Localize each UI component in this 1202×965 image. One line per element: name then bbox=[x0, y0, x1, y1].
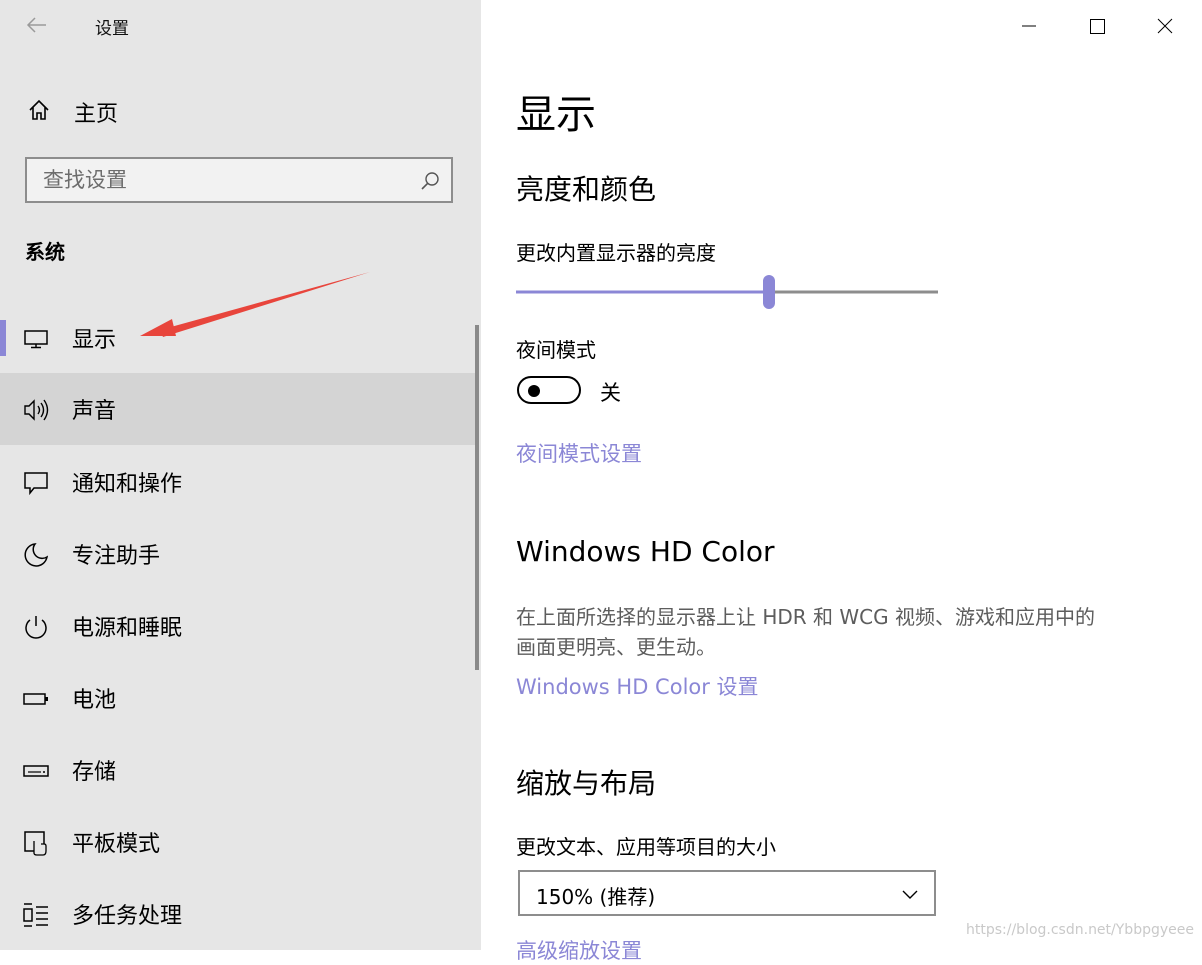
sidebar-item-storage[interactable]: 存储 bbox=[0, 734, 476, 806]
storage-icon bbox=[23, 765, 49, 777]
hd-color-description-line: 画面更明亮、更生动。 bbox=[516, 635, 716, 659]
battery-icon bbox=[23, 693, 48, 705]
search-input[interactable] bbox=[27, 159, 433, 201]
chevron-down-icon bbox=[902, 890, 918, 899]
close-button[interactable] bbox=[1142, 10, 1188, 42]
sidebar-item-focus-assist[interactable]: 专注助手 bbox=[0, 518, 476, 590]
home-icon bbox=[29, 99, 49, 120]
sidebar-item-multitasking[interactable]: 多任务处理 bbox=[0, 878, 476, 950]
minimize-button[interactable] bbox=[1006, 10, 1052, 42]
scale-heading: 缩放与布局 bbox=[516, 767, 657, 800]
scale-dropdown[interactable]: 150% (推荐) bbox=[518, 870, 936, 916]
sidebar-item-label: 电池 bbox=[72, 688, 117, 713]
speaker-icon bbox=[24, 399, 49, 421]
hd-color-heading: Windows HD Color bbox=[516, 535, 775, 568]
sidebar-item-label: 通知和操作 bbox=[72, 472, 183, 497]
sidebar-item-label: 专注助手 bbox=[72, 544, 161, 569]
back-arrow-icon bbox=[26, 17, 46, 33]
search-box[interactable] bbox=[25, 157, 453, 203]
minimize-icon bbox=[1022, 25, 1036, 27]
night-light-label: 夜间模式 bbox=[516, 338, 596, 362]
toggle-knob bbox=[528, 385, 540, 397]
page-title: 显示 bbox=[516, 92, 596, 138]
multitasking-icon bbox=[23, 903, 48, 927]
maximize-button[interactable] bbox=[1074, 10, 1120, 42]
close-icon bbox=[1157, 18, 1173, 34]
hd-color-settings-link[interactable]: Windows HD Color 设置 bbox=[516, 671, 759, 701]
sidebar-item-notifications[interactable]: 通知和操作 bbox=[0, 446, 476, 518]
maximize-icon bbox=[1090, 19, 1105, 34]
back-button[interactable] bbox=[24, 12, 50, 38]
monitor-icon bbox=[24, 330, 48, 349]
power-icon bbox=[25, 616, 47, 639]
sidebar-item-battery[interactable]: 电池 bbox=[0, 662, 476, 734]
sidebar-item-label: 平板模式 bbox=[72, 832, 161, 857]
tablet-mode-icon bbox=[24, 831, 47, 856]
sidebar-item-label: 声音 bbox=[72, 399, 117, 424]
hd-color-description-line: 在上面所选择的显示器上让 HDR 和 WCG 视频、游戏和应用中的 bbox=[516, 605, 1096, 629]
sidebar-item-power-sleep[interactable]: 电源和睡眠 bbox=[0, 590, 476, 662]
window-title: 设置 bbox=[95, 19, 129, 39]
sidebar-item-label: 电源和睡眠 bbox=[72, 616, 183, 641]
sidebar-item-label: 显示 bbox=[72, 328, 117, 353]
nav-item-home[interactable]: 主页 bbox=[0, 88, 481, 132]
section-label: 系统 bbox=[25, 240, 65, 264]
search-icon[interactable] bbox=[419, 170, 441, 192]
brightness-slider[interactable] bbox=[516, 274, 938, 310]
moon-icon bbox=[24, 543, 49, 567]
scale-dropdown-value: 150% (推荐) bbox=[536, 885, 656, 909]
sidebar-item-label: 多任务处理 bbox=[72, 904, 183, 929]
scale-label: 更改文本、应用等项目的大小 bbox=[516, 835, 776, 859]
night-light-toggle[interactable] bbox=[517, 376, 581, 404]
brightness-label: 更改内置显示器的亮度 bbox=[516, 241, 716, 265]
brightness-heading: 亮度和颜色 bbox=[516, 173, 657, 206]
watermark: https://blog.csdn.net/Ybbpgyeee bbox=[966, 922, 1194, 938]
advanced-scaling-link[interactable]: 高级缩放设置 bbox=[516, 935, 642, 965]
notification-icon bbox=[24, 472, 48, 496]
sidebar-item-label: 存储 bbox=[72, 760, 117, 785]
sidebar-item-sound[interactable]: 声音 bbox=[0, 373, 476, 445]
navigation-pane: 设置 主页 系统 显示 声音 通知和操作 bbox=[0, 0, 481, 950]
slider-thumb[interactable] bbox=[763, 275, 775, 309]
night-light-settings-link[interactable]: 夜间模式设置 bbox=[516, 438, 642, 468]
nav-home-label: 主页 bbox=[74, 102, 119, 127]
sidebar-item-tablet-mode[interactable]: 平板模式 bbox=[0, 806, 476, 878]
hd-color-description: 在上面所选择的显示器上让 HDR 和 WCG 视频、游戏和应用中的 画面更明亮、… bbox=[516, 602, 1176, 662]
sidebar-item-display[interactable]: 显示 bbox=[0, 302, 476, 374]
scrollbar[interactable] bbox=[475, 325, 479, 670]
night-light-state: 关 bbox=[600, 381, 621, 405]
